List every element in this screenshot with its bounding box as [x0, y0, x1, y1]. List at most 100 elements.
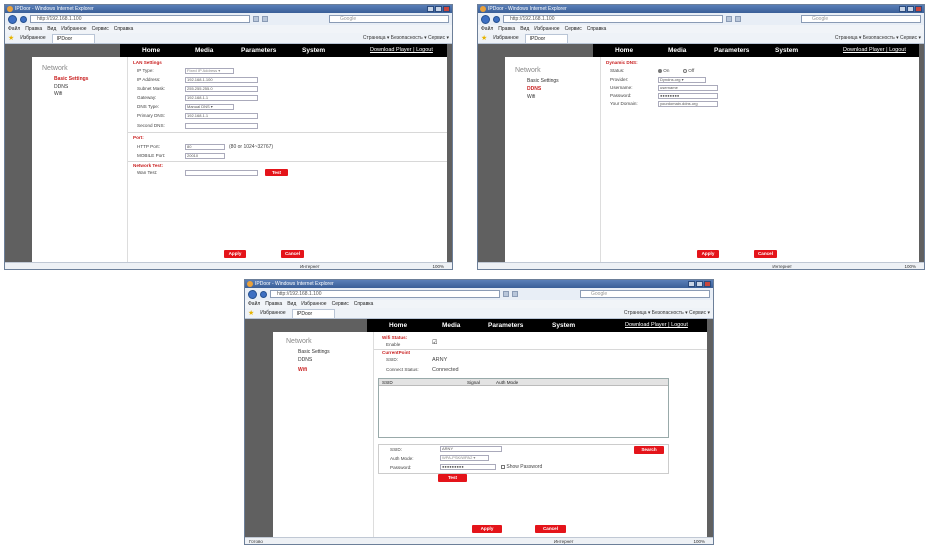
sidebar-item-wifi[interactable]: Wifi [527, 94, 535, 100]
nav-parameters[interactable]: Parameters [488, 322, 523, 329]
command-bar[interactable]: Страница ▾ Безопасность ▾ Сервис ▾ [624, 310, 710, 316]
sidebar-item-basic[interactable]: Basic Settings [527, 78, 559, 84]
nav-system[interactable]: System [775, 47, 798, 54]
sidebar-item-wifi[interactable]: Wifi [298, 367, 307, 373]
password-field[interactable]: ●●●●●●●● [658, 93, 718, 99]
close-button[interactable] [915, 6, 922, 12]
show-password[interactable]: Show Password [501, 464, 542, 470]
col-signal[interactable]: Signal [467, 380, 480, 385]
search-button[interactable]: Search [634, 446, 664, 454]
menu-view[interactable]: Вид [520, 25, 529, 33]
radio-on[interactable] [658, 68, 662, 73]
zoom-level[interactable]: 100% [904, 263, 916, 269]
show-password-checkbox[interactable] [501, 464, 505, 469]
favorites-label[interactable]: Избранное [493, 35, 518, 41]
status-off[interactable]: Off [683, 68, 694, 73]
radio-off[interactable] [683, 68, 687, 73]
network-list[interactable]: SSID Signal Auth Mode [378, 378, 669, 438]
menu-edit[interactable]: Правка [25, 25, 42, 33]
stop-icon[interactable] [512, 291, 518, 297]
menu-file[interactable]: Файл [8, 25, 20, 33]
ip-address-field[interactable]: 192.168.1.100 [185, 77, 258, 83]
menu-favorites[interactable]: Избранное [534, 25, 559, 33]
wifi-test-button[interactable]: Test [438, 474, 467, 482]
apply-button[interactable]: Apply [472, 525, 502, 533]
mobile-port-field[interactable]: 20010 [185, 153, 225, 159]
nav-parameters[interactable]: Parameters [241, 47, 276, 54]
menu-help[interactable]: Справка [587, 25, 607, 33]
command-bar[interactable]: Страница ▾ Безопасность ▾ Сервис ▾ [835, 35, 921, 41]
sidebar-item-basic[interactable]: Basic Settings [54, 76, 88, 82]
download-logout-link[interactable]: Download Player | Logout [625, 322, 688, 328]
col-auth[interactable]: Auth Mode [496, 380, 518, 385]
menu-favorites[interactable]: Избранное [301, 300, 326, 308]
cancel-button[interactable]: Cancel [281, 250, 304, 258]
status-on[interactable]: On [658, 68, 669, 73]
nav-media[interactable]: Media [442, 322, 460, 329]
menu-help[interactable]: Справка [354, 300, 374, 308]
sidebar-item-ddns[interactable]: DDNS [298, 357, 312, 363]
maximize-button[interactable] [907, 6, 914, 12]
nav-system[interactable]: System [552, 322, 575, 329]
apply-button[interactable]: Apply [224, 250, 246, 258]
maximize-button[interactable] [435, 6, 442, 12]
enable-checkbox[interactable]: ☑ [432, 340, 437, 346]
download-logout-link[interactable]: Download Player | Logout [370, 47, 433, 53]
minimize-button[interactable] [427, 6, 434, 12]
dns-type-select[interactable]: Manual DNS ▾ [185, 104, 234, 110]
menu-help[interactable]: Справка [114, 25, 134, 33]
refresh-icon[interactable] [726, 16, 732, 22]
browser-tab[interactable]: IPDoor [291, 308, 336, 318]
wan-test-field[interactable] [185, 170, 258, 176]
menu-edit[interactable]: Правка [498, 25, 515, 33]
favorites-label[interactable]: Избранное [260, 310, 285, 316]
menu-file[interactable]: Файл [248, 300, 260, 308]
ip-type-select[interactable]: Fixed IP Address ▾ [185, 68, 234, 74]
menu-tools[interactable]: Сервис [332, 300, 349, 308]
apply-button[interactable]: Apply [697, 250, 719, 258]
menu-tools[interactable]: Сервис [92, 25, 109, 33]
nav-media[interactable]: Media [195, 47, 213, 54]
nav-media[interactable]: Media [668, 47, 686, 54]
zoom-level[interactable]: 100% [432, 263, 444, 269]
back-icon[interactable] [481, 14, 490, 24]
refresh-icon[interactable] [503, 291, 509, 297]
menu-view[interactable]: Вид [47, 25, 56, 33]
domain-field[interactable]: yourdomain.ddns.org [658, 101, 718, 107]
username-field[interactable]: username [658, 85, 718, 91]
menu-view[interactable]: Вид [287, 300, 296, 308]
zoom-level[interactable]: 100% [693, 538, 705, 544]
form-password-field[interactable]: ●●●●●●●●● [440, 464, 496, 470]
http-port-field[interactable]: 80 [185, 144, 225, 150]
subnet-field[interactable]: 255.255.255.0 [185, 86, 258, 92]
sidebar-item-wifi[interactable]: Wifi [54, 91, 62, 97]
maximize-button[interactable] [696, 281, 703, 287]
form-ssid-field[interactable]: ARNY [440, 446, 502, 452]
forward-icon[interactable] [260, 290, 267, 298]
url-field[interactable]: http://192.168.1.100 [30, 15, 250, 23]
gateway-field[interactable]: 192.168.1.1 [185, 95, 258, 101]
search-input[interactable]: Google [329, 15, 449, 23]
cancel-button[interactable]: Cancel [535, 525, 566, 533]
cancel-button[interactable]: Cancel [754, 250, 777, 258]
stop-icon[interactable] [262, 16, 268, 22]
test-button[interactable]: Test [265, 169, 288, 176]
search-input[interactable]: Google [580, 290, 710, 298]
forward-icon[interactable] [493, 15, 500, 23]
provider-select[interactable]: Dyndns.org ▾ [658, 77, 706, 83]
menu-favorites[interactable]: Избранное [61, 25, 86, 33]
nav-home[interactable]: Home [615, 47, 633, 54]
nav-system[interactable]: System [302, 47, 325, 54]
browser-tab[interactable]: IPDoor [524, 33, 569, 43]
url-field[interactable]: http://192.168.1.100 [503, 15, 723, 23]
stop-icon[interactable] [735, 16, 741, 22]
browser-tab[interactable]: IPDoor [51, 33, 96, 43]
url-field[interactable]: http://192.168.1.100 [270, 290, 500, 298]
col-ssid[interactable]: SSID [382, 380, 393, 385]
menu-edit[interactable]: Правка [265, 300, 282, 308]
primary-dns-field[interactable]: 192.168.1.1 [185, 113, 258, 119]
menu-tools[interactable]: Сервис [565, 25, 582, 33]
back-icon[interactable] [248, 289, 257, 299]
close-button[interactable] [443, 6, 450, 12]
sidebar-item-ddns[interactable]: DDNS [54, 84, 68, 90]
